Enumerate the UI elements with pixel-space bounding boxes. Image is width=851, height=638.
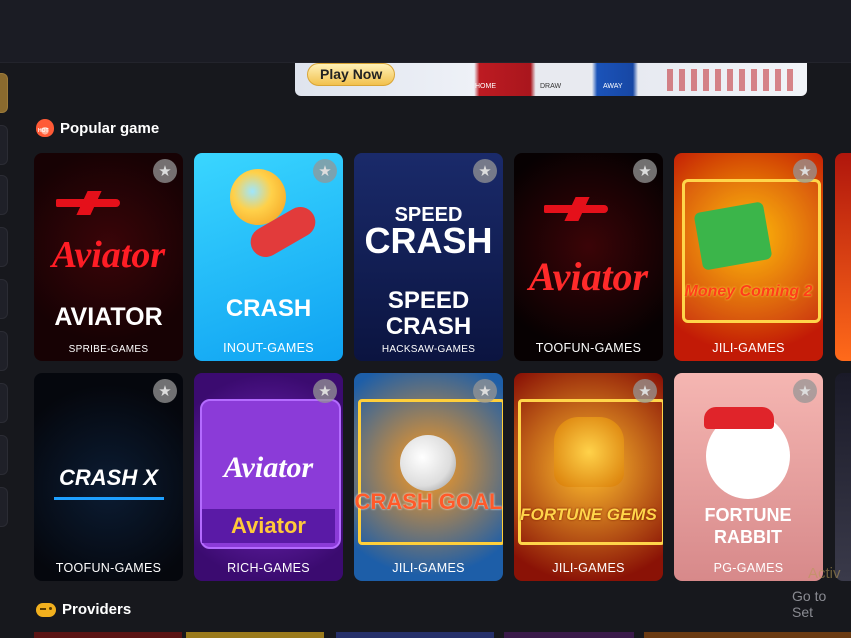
game-card-fortune-gems[interactable]: FORTUNE GEMS ★ JILI-GAMES — [514, 373, 663, 581]
game-art-title: CRASH — [225, 295, 312, 322]
game-art-title: SPEED CRASH — [385, 287, 472, 341]
game-provider: PG-GAMES — [713, 561, 784, 575]
star-icon[interactable]: ★ — [473, 379, 497, 403]
soccer-ball-icon — [400, 435, 456, 491]
game-card-aviator[interactable]: Aviator AVIATOR ★ SPRIBE-GAMES — [34, 153, 183, 361]
game-logo: Aviator — [51, 234, 166, 276]
star-icon[interactable]: ★ — [793, 159, 817, 183]
game-art-title: FORTUNE GEMS — [520, 505, 657, 524]
plane-icon — [544, 195, 614, 221]
game-logo: Aviator — [223, 451, 314, 484]
os-watermark-subtitle: Go to Set — [792, 588, 827, 620]
game-card-fortune-rabbit[interactable]: FORTUNE RABBIT ★ PG-GAMES — [674, 373, 823, 581]
game-card-partial[interactable] — [835, 373, 851, 581]
banner-team-home: HOME — [475, 83, 496, 90]
game-provider: JILI-GAMES — [712, 341, 785, 355]
star-icon[interactable]: ★ — [153, 159, 177, 183]
game-art-title: CRASH GOAL — [354, 489, 503, 514]
os-watermark-title: Activ — [808, 565, 841, 582]
game-card-aviator-rich[interactable]: Aviator Aviator ★ RICH-GAMES — [194, 373, 343, 581]
sidebar-tab[interactable] — [0, 435, 8, 475]
game-card-crash-goal[interactable]: CRASH GOAL ★ JILI-GAMES — [354, 373, 503, 581]
plane-icon — [56, 189, 126, 215]
popular-game-header: HOT Popular game — [36, 119, 159, 137]
top-bar — [0, 0, 851, 63]
game-art-title: FORTUNE RABBIT — [704, 505, 792, 547]
glow-line — [54, 497, 164, 500]
sidebar-tab[interactable] — [0, 227, 8, 267]
golden-mask-icon — [554, 417, 624, 487]
star-icon[interactable]: ★ — [633, 379, 657, 403]
sidebar-tab[interactable] — [0, 125, 8, 165]
sidebar-tab[interactable] — [0, 175, 8, 215]
game-card-aviator-toofun[interactable]: Aviator ★ TOOFUN-GAMES — [514, 153, 663, 361]
game-provider: INOUT-GAMES — [223, 341, 314, 355]
hot-flame-icon: HOT — [36, 119, 54, 137]
providers-row[interactable] — [34, 632, 851, 638]
cap-icon — [704, 407, 774, 429]
section-title: Popular game — [60, 119, 160, 137]
game-card-money-coming-2[interactable]: Money Coming 2 ★ JILI-GAMES — [674, 153, 823, 361]
banner-team-draw: DRAW — [540, 83, 562, 90]
game-provider: JILI-GAMES — [552, 561, 625, 575]
game-art-title: Aviator — [528, 254, 649, 299]
game-logo: SPEED CRASH — [364, 204, 493, 262]
game-card-crash[interactable]: CRASH ★ INOUT-GAMES — [194, 153, 343, 361]
star-icon[interactable]: ★ — [313, 379, 337, 403]
game-card-crash-x[interactable]: CRASH X ★ TOOFUN-GAMES — [34, 373, 183, 581]
sidebar-tab[interactable] — [0, 383, 8, 423]
sidebar-tab-active[interactable] — [0, 73, 8, 113]
game-provider: TOOFUN-GAMES — [535, 341, 642, 355]
star-icon[interactable]: ★ — [153, 379, 177, 403]
star-icon[interactable]: ★ — [633, 159, 657, 183]
game-card-speed-crash[interactable]: SPEED CRASH SPEED CRASH ★ HACKSAW-GAMES — [354, 153, 503, 361]
game-art-title: Aviator — [231, 513, 306, 538]
section-title: Providers — [62, 601, 132, 618]
game-art-title: AVIATOR — [54, 303, 163, 331]
game-art-title: Money Coming 2 — [684, 283, 813, 300]
game-provider: JILI-GAMES — [392, 561, 465, 575]
gamepad-icon — [36, 602, 56, 617]
sidebar-tab[interactable] — [0, 331, 8, 371]
banner-team-away: AWAY — [603, 83, 623, 90]
sidebar-tab[interactable] — [0, 487, 8, 527]
sidebar-tab[interactable] — [0, 279, 8, 319]
providers-header: Providers — [36, 601, 131, 618]
play-now-button[interactable]: Play Now — [307, 63, 396, 86]
game-art-title: CRASH X — [58, 465, 158, 490]
game-provider: TOOFUN-GAMES — [55, 561, 162, 575]
game-provider: RICH-GAMES — [227, 561, 310, 575]
cash-icon — [693, 201, 773, 271]
star-icon[interactable]: ★ — [313, 159, 337, 183]
star-icon[interactable]: ★ — [473, 159, 497, 183]
game-provider: SPRIBE-GAMES — [68, 344, 149, 355]
promo-banner[interactable]: Play Now HOME DRAW AWAY — [295, 63, 807, 96]
game-provider: HACKSAW-GAMES — [381, 344, 476, 355]
game-card-partial[interactable] — [835, 153, 851, 361]
sidebar — [0, 63, 8, 638]
star-icon[interactable]: ★ — [793, 379, 817, 403]
banner-odds-grid — [667, 69, 797, 91]
